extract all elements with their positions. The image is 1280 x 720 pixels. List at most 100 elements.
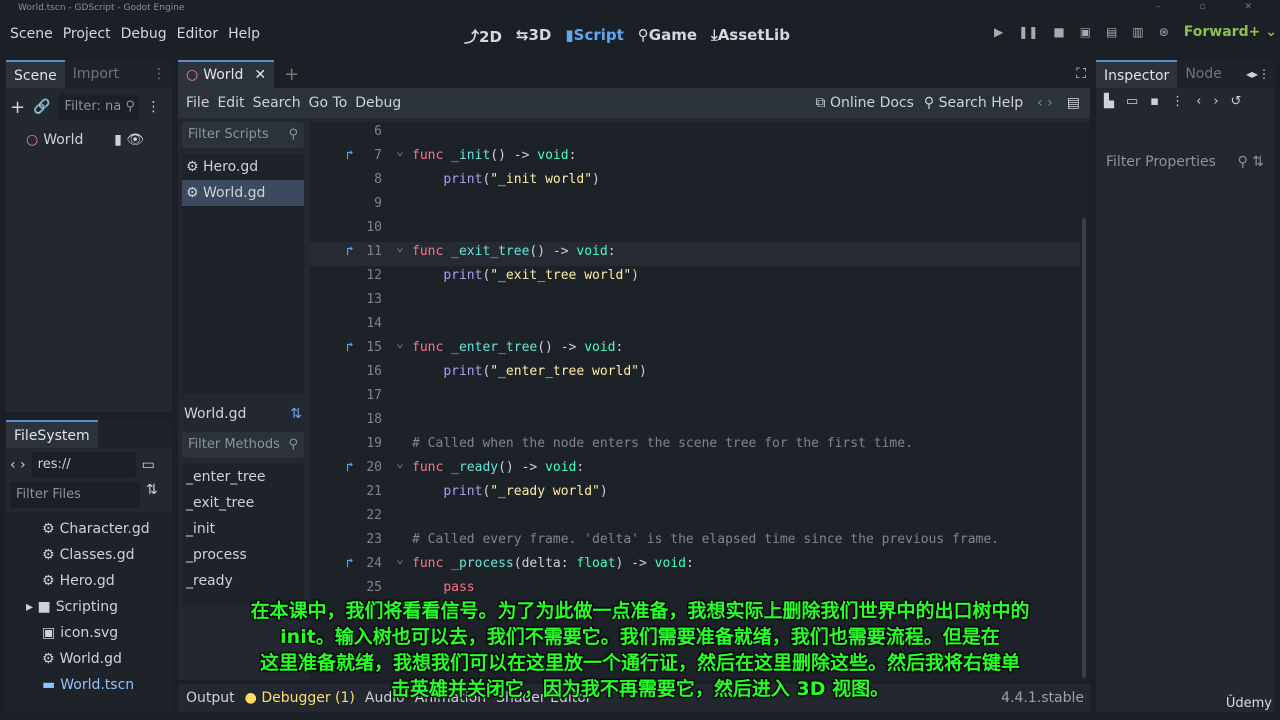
fold-arrow-icon[interactable]: ⌄	[396, 552, 404, 567]
path-input[interactable]: res://	[31, 452, 136, 478]
line-number: 25	[366, 580, 382, 595]
inspector-toolbar: ▙ ▭ ▪ ⋮ ‹ › ↺	[1096, 88, 1274, 115]
code-token: )	[631, 268, 639, 283]
file-name: Hero.gd	[59, 573, 115, 589]
tab-inspector[interactable]: Inspector	[1096, 60, 1178, 88]
file-icon: ⚙	[42, 573, 55, 589]
history-icon[interactable]: ↺	[1231, 94, 1242, 109]
layout-icon[interactable]: ▭	[142, 457, 155, 473]
override-icon[interactable]: ↱	[346, 148, 354, 163]
save-icon[interactable]: ▪	[1150, 94, 1159, 109]
search-help-button[interactable]: ⚲ Search Help	[924, 95, 1023, 111]
code-token: "_init world"	[490, 172, 593, 187]
forward-icon[interactable]: ›	[1213, 94, 1218, 109]
fold-arrow-icon[interactable]: ⌄	[396, 456, 404, 471]
fold-arrow-icon[interactable]: ⌄	[396, 336, 404, 351]
line-number: 18	[366, 412, 382, 427]
tab-import[interactable]: Import	[65, 60, 127, 88]
override-icon[interactable]: ↱	[346, 340, 354, 355]
mode-3d-button[interactable]: ⇆3D	[516, 26, 551, 47]
renderer-select[interactable]: Forward+ ⌄	[1184, 24, 1277, 40]
menu-editor[interactable]: Editor	[172, 26, 223, 42]
close-icon[interactable]: ✕	[254, 61, 266, 89]
new-resource-icon[interactable]: ▙	[1104, 94, 1114, 109]
menu-help[interactable]: Help	[223, 26, 265, 42]
file-name: Classes.gd	[59, 547, 135, 563]
filter-files-input[interactable]: Filter Files	[10, 482, 140, 508]
code-line: print("_enter_tree world")	[412, 364, 647, 379]
override-icon[interactable]: ↱	[346, 556, 354, 571]
menu-debug[interactable]: Debug	[116, 26, 172, 42]
tab-filesystem[interactable]: FileSystem	[6, 420, 98, 448]
play-custom-icon[interactable]: ▥	[1132, 25, 1143, 39]
tab-node[interactable]: Node	[1177, 60, 1230, 88]
file-name: Character.gd	[59, 521, 150, 537]
method-item[interactable]: _process	[186, 542, 304, 568]
script-item[interactable]: ⚙ World.gd	[182, 180, 304, 206]
filter-methods-input[interactable]: Filter Methods ⚲	[182, 432, 304, 458]
stop-icon[interactable]: ■	[1053, 25, 1064, 39]
tab-world[interactable]: ○ World ✕	[178, 60, 275, 89]
script-menu-edit[interactable]: Edit	[213, 95, 248, 111]
filter-scripts-input[interactable]: Filter Scripts ⚲	[182, 122, 304, 148]
script-icon[interactable]: ▮ 👁	[114, 132, 144, 148]
more-icon[interactable]: ⋮	[152, 60, 172, 88]
script-menu-search[interactable]: Search	[249, 95, 305, 111]
add-tab-button[interactable]: +	[284, 64, 299, 85]
method-item[interactable]: _ready	[186, 568, 304, 594]
file-item[interactable]: ⚙ Hero.gd	[16, 568, 172, 594]
mode-assetlib-button[interactable]: ⤓AssetLib	[711, 26, 790, 47]
remote-debug-icon[interactable]: ▣	[1080, 25, 1091, 39]
method-item[interactable]: _exit_tree	[186, 490, 304, 516]
script-menu-goto[interactable]: Go To	[305, 95, 352, 111]
play-scene-icon[interactable]: ▤	[1106, 25, 1117, 39]
sort-icon[interactable]: ⇅	[290, 400, 302, 428]
fold-arrow-icon[interactable]: ⌄	[396, 144, 404, 159]
file-item[interactable]: ⚙ Classes.gd	[16, 542, 172, 568]
more-icon[interactable]: ⋮	[147, 99, 161, 115]
mode-script-button[interactable]: ▮Script	[565, 26, 623, 47]
code-token: # Called when the node enters the scene …	[412, 436, 913, 451]
code-token: _enter_tree	[451, 340, 538, 355]
play-icon[interactable]: ▶	[994, 25, 1003, 39]
scene-tree-root[interactable]: ○ World ▮ 👁	[6, 126, 172, 154]
window-controls[interactable]: – ▫ ✕	[1156, 2, 1270, 12]
menu-project[interactable]: Project	[58, 26, 116, 42]
open-icon[interactable]: ▭	[1126, 94, 1138, 109]
online-docs-button[interactable]: ⧉ Online Docs	[816, 95, 914, 111]
movie-maker-icon[interactable]: ⊛	[1159, 25, 1169, 39]
fold-arrow-icon[interactable]: ⌄	[396, 240, 404, 255]
file-item[interactable]: ⚙ Character.gd	[16, 516, 172, 542]
history-nav-icon[interactable]: ‹ ›	[1037, 95, 1053, 111]
mode-game-button[interactable]: ⚲Game	[638, 26, 697, 47]
method-item[interactable]: _init	[186, 516, 304, 542]
method-item[interactable]: _enter_tree	[186, 464, 304, 490]
link-icon[interactable]: 🔗	[33, 99, 50, 115]
filter-text: Filter Files	[16, 487, 81, 502]
scene-filter-input[interactable]: Filter: na ⚲	[58, 94, 139, 120]
distraction-free-icon[interactable]: ⛶	[1076, 66, 1086, 82]
sort-icon[interactable]: ⇅	[146, 482, 158, 508]
add-node-icon[interactable]: +	[10, 97, 25, 118]
tab-scene[interactable]: Scene	[6, 60, 65, 88]
toggle-panel-icon[interactable]: ▤	[1067, 95, 1080, 111]
code-line: func _enter_tree() -> void:	[412, 340, 623, 355]
script-editor: File Edit Search Go To Debug ⧉ Online Do…	[178, 88, 1090, 680]
menu-scene[interactable]: Scene	[5, 26, 58, 42]
pause-icon[interactable]: ❚❚	[1018, 25, 1038, 39]
back-icon[interactable]: ‹ ›	[10, 457, 26, 473]
script-item[interactable]: ⚙ Hero.gd	[182, 154, 304, 180]
filter-properties-input[interactable]: Filter Properties ⚲ ⇅	[1100, 149, 1270, 175]
script-menu-file[interactable]: File	[182, 95, 213, 111]
script-menu-debug[interactable]: Debug	[351, 95, 405, 111]
current-script-label: World.gd	[184, 406, 247, 422]
mode-2d-button[interactable]: ⤴2D	[464, 26, 502, 47]
code-token: print	[443, 268, 483, 283]
more-icon[interactable]: ⋮	[1171, 94, 1184, 109]
dock-arrows-icon[interactable]: ◂▸⋮	[1246, 60, 1274, 88]
override-icon[interactable]: ↱	[346, 460, 354, 475]
mode-2d-icon: ⤴	[464, 28, 480, 46]
override-icon[interactable]: ↱	[346, 244, 354, 259]
external-link-icon: ⧉	[815, 95, 830, 111]
back-icon[interactable]: ‹	[1196, 94, 1201, 109]
